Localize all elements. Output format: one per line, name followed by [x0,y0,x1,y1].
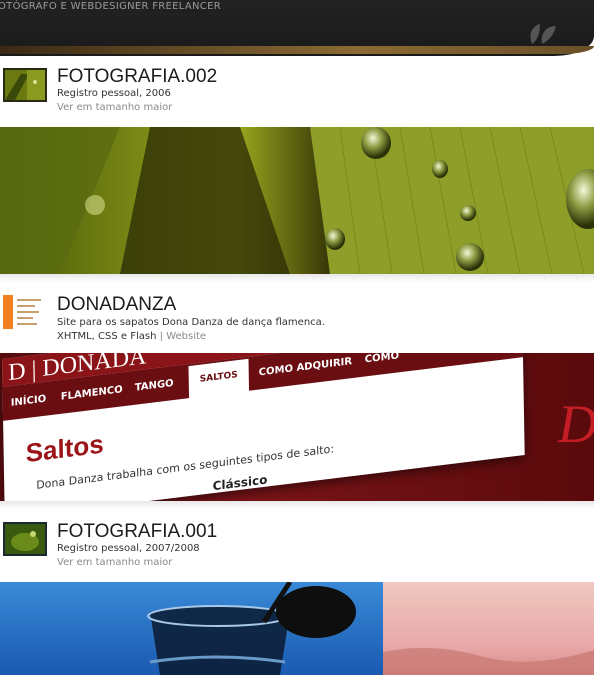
divider-shadow [0,501,594,509]
banner-photo-glass[interactable] [0,582,594,675]
nav-item: COMO ADQUIRIR [258,356,353,379]
site-heading: Saltos [25,428,104,469]
header-stripe [0,46,594,54]
site-right-letter: D [558,394,594,454]
photo-leaf-droplets [0,127,594,274]
banner-site-screenshot[interactable]: D D | DONADA INÍCIO FLAMENCO TANGO SALTO… [0,353,594,501]
nav-item: FLAMENCO [60,384,123,403]
divider-shadow [0,274,594,282]
photo-glass-sky [0,582,594,675]
leaf-icon [530,24,556,44]
entry-description: Registro pessoal, 2006 [57,88,171,99]
entry-meta: XHTML, CSS e Flash | Website [57,331,206,342]
tagline: OTÓGRAFO E WEBDESIGNER FREELANCER [0,1,221,12]
entry-description: Registro pessoal, 2007/2008 [57,543,200,554]
entry-description: Site para os sapatos Dona Danza de dança… [57,317,325,328]
thumbnail-fotografia-001[interactable] [3,522,47,556]
nav-item: INÍCIO [10,393,47,409]
nav-item: COMO [364,353,400,366]
entry-title: DONADANZA [57,294,177,315]
site-subheading: Clássico [212,472,268,494]
view-larger-link[interactable]: Ver em tamanho maior [57,557,172,568]
view-larger-link[interactable]: Ver em tamanho maior [57,102,172,113]
site-card: D | DONADA INÍCIO FLAMENCO TANGO SALTOS … [2,353,525,501]
tech-stack: XHTML, CSS e Flash [57,331,157,342]
website-link[interactable]: Website [166,331,206,342]
nav-item: TANGO [134,377,174,394]
banner-photo-leaf[interactable] [0,127,594,274]
separator: | [159,331,163,342]
site-screenshot: D D | DONADA INÍCIO FLAMENCO TANGO SALTO… [0,353,594,501]
entry-title: FOTOGRAFIA.002 [57,66,218,87]
thumbnail-donadanza[interactable] [3,295,47,329]
entry-title: FOTOGRAFIA.001 [57,521,218,542]
thumbnail-fotografia-002[interactable] [3,68,47,102]
